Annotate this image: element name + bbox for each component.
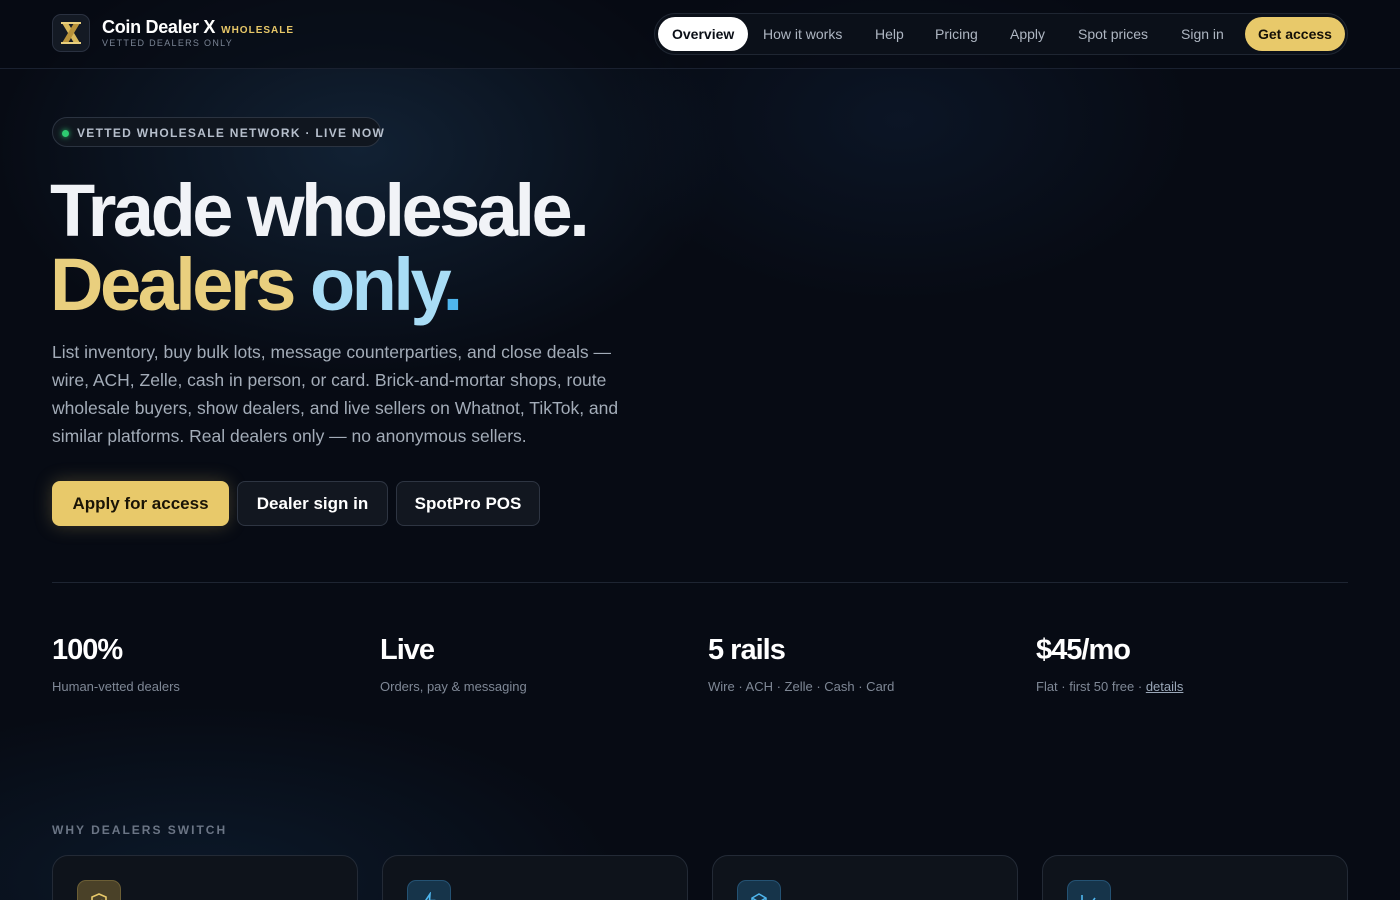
- apply-for-access-button[interactable]: Apply for access: [52, 481, 229, 526]
- site-header: Coin Dealer X WHOLESALE VETTED DEALERS ON…: [0, 0, 1400, 69]
- shield-icon: [77, 880, 121, 900]
- live-status-pill: VETTED WHOLESALE NETWORK · LIVE NOW: [52, 117, 384, 147]
- live-dot-icon: [62, 130, 69, 137]
- stat-value: $45/mo: [1036, 634, 1131, 666]
- hero-period: .: [442, 243, 464, 326]
- pricing-details-link[interactable]: details: [1146, 679, 1184, 694]
- hero-word-dealers: Dealers: [50, 243, 296, 326]
- why-section-label: WHY DEALERS SWITCH: [52, 823, 228, 837]
- stat-label: Human-vetted dealers: [52, 679, 180, 694]
- stat-value: 100%: [52, 634, 123, 666]
- brand-subtitle: VETTED DEALERS ONLY: [102, 38, 234, 48]
- brand-name[interactable]: Coin Dealer X WHOLESALE: [102, 17, 294, 38]
- nav-overview[interactable]: Overview: [658, 17, 749, 51]
- stat-label-text: Flat · first 50 free ·: [1036, 679, 1143, 694]
- feature-card-speed: [382, 855, 688, 900]
- brand-name-text: Coin Dealer X: [102, 17, 216, 37]
- stat-label: Flat · first 50 free · details: [1036, 679, 1336, 694]
- nav-how-it-works[interactable]: How it works: [763, 17, 842, 51]
- hero-word-only: only: [309, 243, 446, 326]
- hero-description: List inventory, buy bulk lots, message c…: [52, 342, 619, 446]
- hero-headline-line2: Dealers only.: [50, 242, 464, 327]
- nav-help[interactable]: Help: [875, 17, 904, 51]
- nav-apply[interactable]: Apply: [1010, 17, 1045, 51]
- stat-vetted: 100% Human-vetted dealers: [52, 634, 352, 694]
- nav-spot-prices[interactable]: Spot prices: [1078, 17, 1148, 51]
- hero-headline-line1: Trade wholesale.: [50, 169, 590, 252]
- live-status-text: VETTED WHOLESALE NETWORK · LIVE NOW: [77, 126, 386, 140]
- get-access-button[interactable]: Get access: [1245, 17, 1345, 51]
- stat-value: 5 rails: [708, 634, 786, 666]
- stat-label: Wire · ACH · Zelle · Cash · Card: [708, 679, 895, 694]
- chart-icon: [1067, 880, 1111, 900]
- dealer-sign-in-button[interactable]: Dealer sign in: [237, 481, 388, 526]
- lightning-icon: [407, 880, 451, 900]
- cube-icon: [737, 880, 781, 900]
- stat-live: Live Orders, pay & messaging: [380, 634, 680, 694]
- spotpro-pos-button[interactable]: SpotPro POS: [396, 481, 540, 526]
- stat-value: Live: [380, 634, 435, 666]
- main-nav: Overview How it works Help Pricing Apply…: [654, 13, 1348, 55]
- stat-label: Orders, pay & messaging: [380, 679, 527, 694]
- stat-pricing: $45/mo Flat · first 50 free · details: [1036, 634, 1336, 694]
- logo[interactable]: [52, 14, 90, 52]
- section-divider: [52, 582, 1348, 583]
- nav-sign-in[interactable]: Sign in: [1181, 17, 1224, 51]
- nav-pricing[interactable]: Pricing: [935, 17, 978, 51]
- stat-rails: 5 rails Wire · ACH · Zelle · Cash · Card: [708, 634, 1008, 694]
- feature-card-growth: [1042, 855, 1348, 900]
- x-logo-icon: [61, 22, 81, 44]
- feature-card-vetting: [52, 855, 358, 900]
- feature-card-inventory: [712, 855, 1018, 900]
- brand-tag: WHOLESALE: [221, 25, 295, 36]
